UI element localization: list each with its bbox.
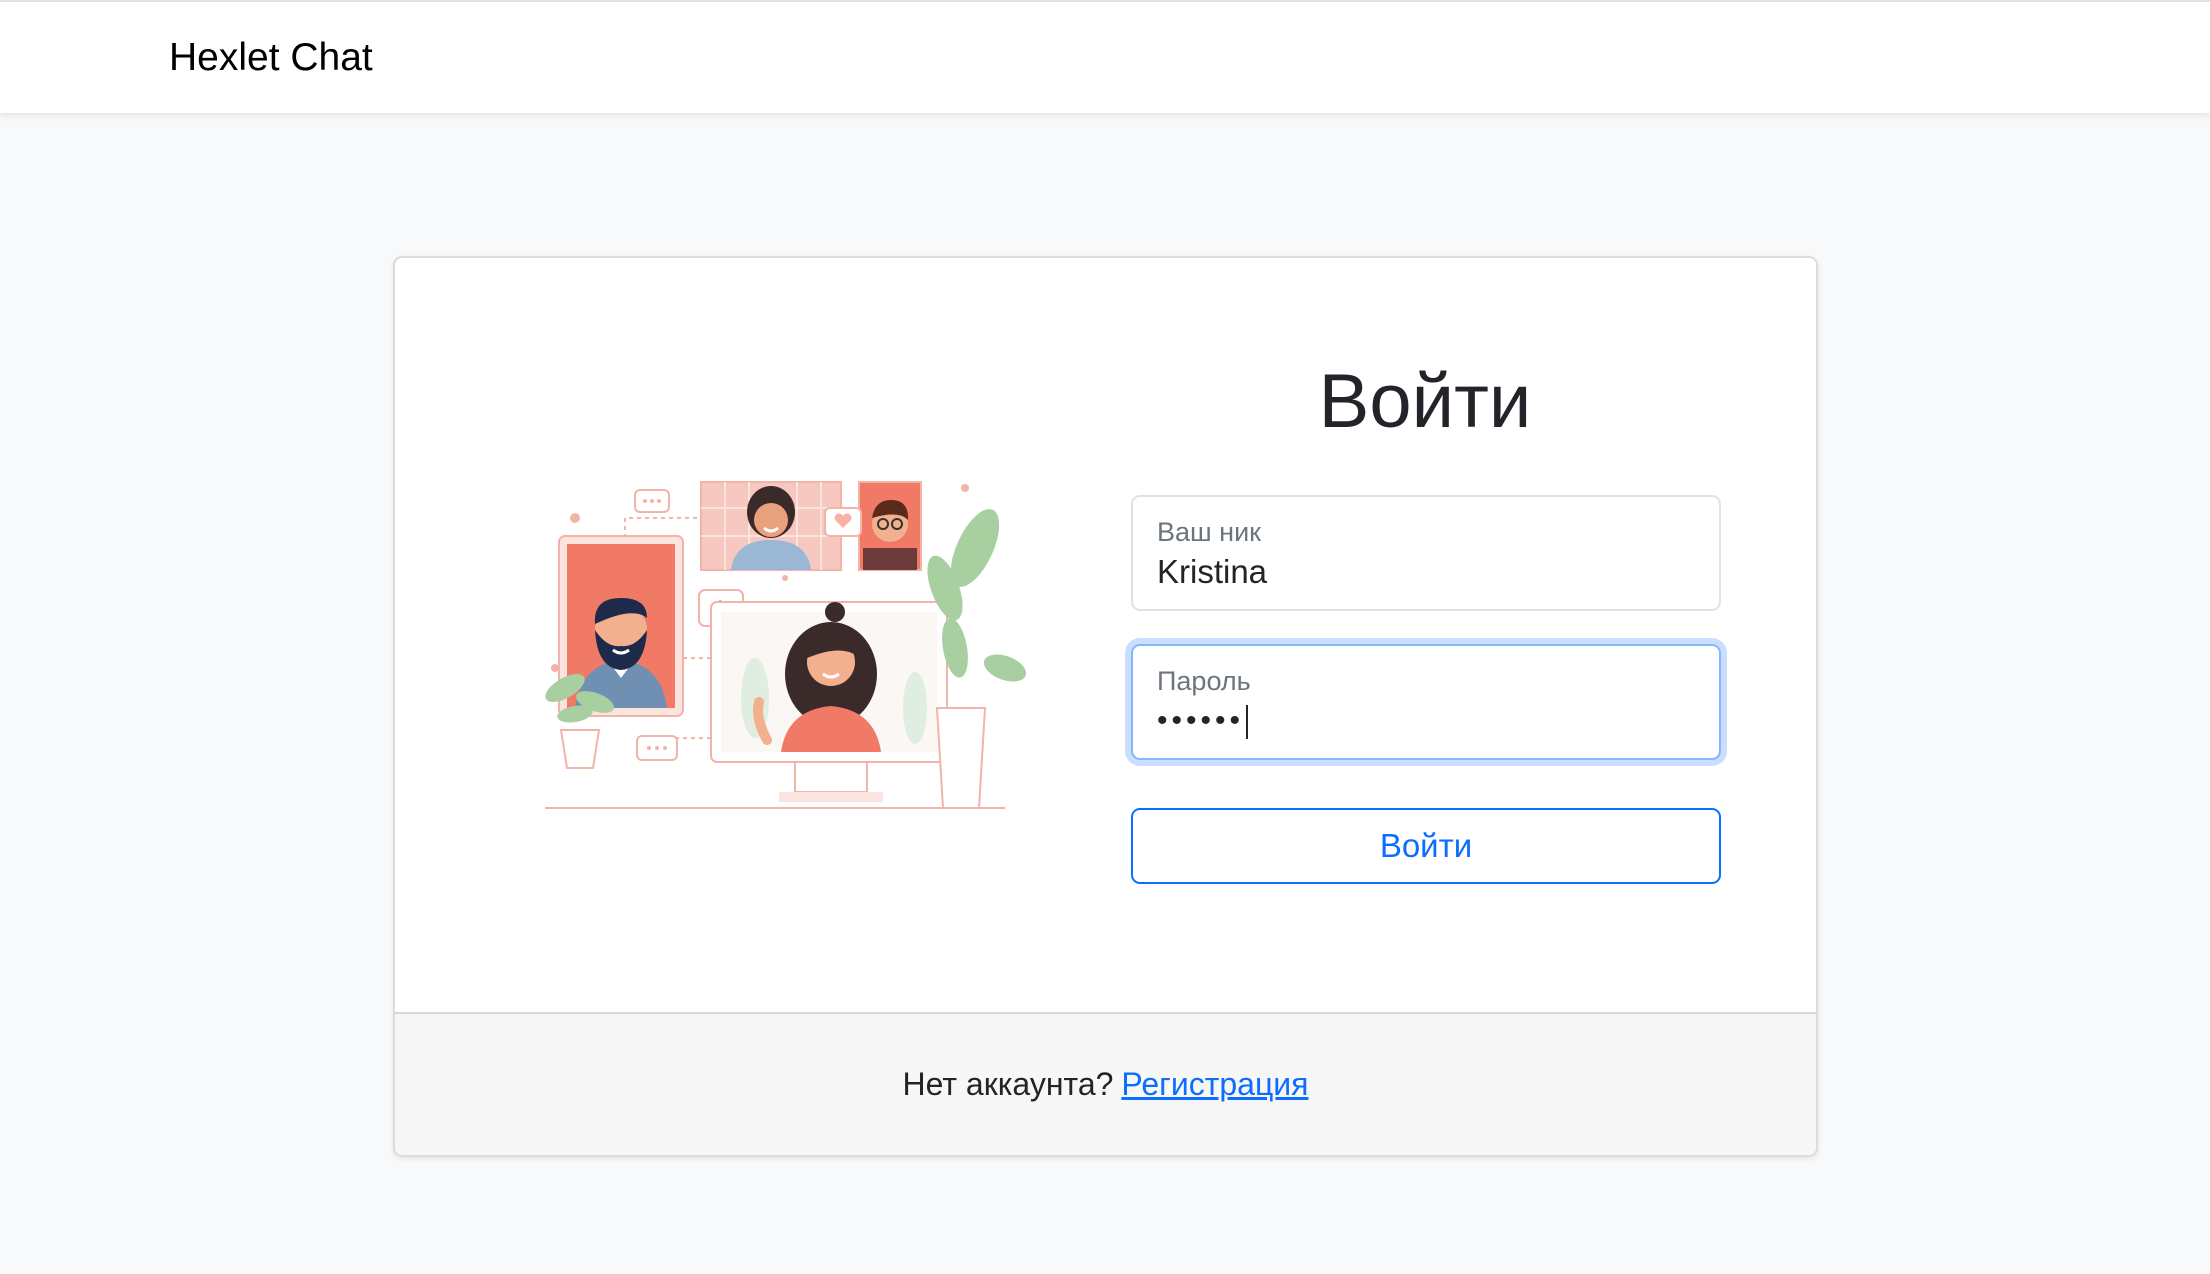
login-title: Войти [1318,359,1532,444]
login-card: Войти Ваш ник Kristina Пароль •••••• Вой… [393,256,1818,1157]
password-input[interactable]: •••••• [1157,704,1249,740]
signup-prompt: Нет аккаунта? Регистрация [395,1066,1816,1103]
password-field[interactable]: Пароль •••••• [1131,644,1721,760]
video-chat-illustration [535,478,1035,818]
text-caret [1246,705,1249,740]
signup-question: Нет аккаунта? [902,1066,1114,1102]
password-label: Пароль [1157,666,1251,696]
card-body: Войти Ваш ник Kristina Пароль •••••• Вой… [395,258,1816,1012]
navbar: Hexlet Chat [0,0,2210,113]
signup-link[interactable]: Регистрация [1121,1066,1308,1102]
card-footer: Нет аккаунта? Регистрация [395,1012,1816,1155]
login-submit-button[interactable]: Войти [1131,808,1721,884]
username-label: Ваш ник [1157,517,1261,547]
username-field[interactable]: Ваш ник Kristina [1131,495,1721,611]
password-mask: •••••• [1157,704,1245,737]
brand-link[interactable]: Hexlet Chat [169,36,373,80]
username-input[interactable]: Kristina [1157,553,1267,591]
